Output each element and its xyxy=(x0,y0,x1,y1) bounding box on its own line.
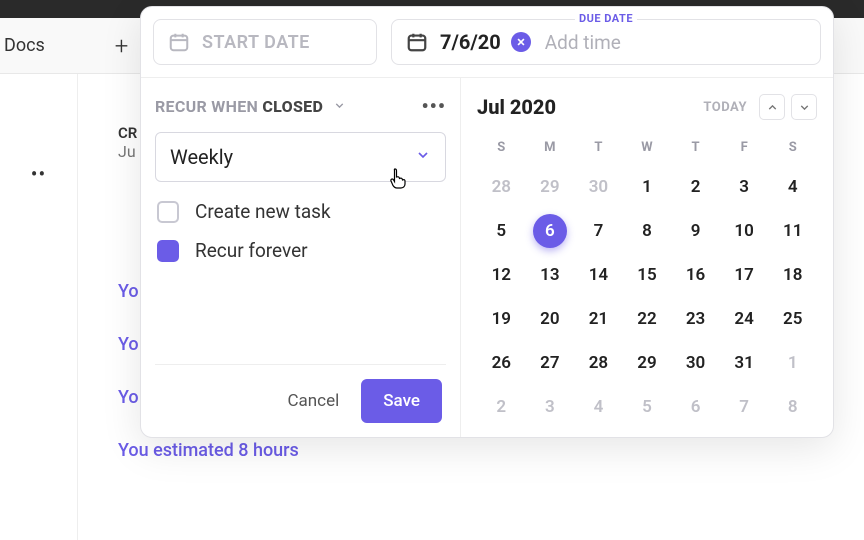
calendar-day[interactable]: 6 xyxy=(526,209,575,253)
calendar-day[interactable]: 19 xyxy=(477,297,526,341)
due-date-field[interactable]: DUE DATE 7/6/20 Add time xyxy=(391,19,821,65)
calendar-day[interactable]: 4 xyxy=(768,165,817,209)
calendar-day[interactable]: 28 xyxy=(574,341,623,385)
calendar-day[interactable]: 3 xyxy=(720,165,769,209)
calendar-dow: T xyxy=(671,132,720,165)
calendar-day[interactable]: 10 xyxy=(720,209,769,253)
add-tab-button[interactable]: + xyxy=(115,32,129,60)
recur-prefix: RECUR WHEN xyxy=(155,97,258,116)
calendar-day[interactable]: 30 xyxy=(671,341,720,385)
checkbox[interactable] xyxy=(157,240,179,262)
more-options-button[interactable]: ••• xyxy=(421,94,446,118)
calendar-day[interactable]: 15 xyxy=(623,253,672,297)
calendar-day[interactable]: 18 xyxy=(768,253,817,297)
calendar-day[interactable]: 2 xyxy=(671,165,720,209)
calendar-day[interactable]: 24 xyxy=(720,297,769,341)
option-label: Create new task xyxy=(195,200,331,223)
calendar-icon xyxy=(406,31,428,53)
calendar-day[interactable]: 9 xyxy=(671,209,720,253)
date-recurrence-modal: START DATE DUE DATE 7/6/20 Add time RECU… xyxy=(140,6,834,438)
calendar-day[interactable]: 4 xyxy=(574,385,623,429)
calendar-day[interactable]: 1 xyxy=(768,341,817,385)
calendar-dow: S xyxy=(768,132,817,165)
calendar-day[interactable]: 31 xyxy=(720,341,769,385)
calendar-day[interactable]: 30 xyxy=(574,165,623,209)
checkbox[interactable] xyxy=(157,201,179,223)
calendar-dow: F xyxy=(720,132,769,165)
option-create_new_task[interactable]: Create new task xyxy=(155,200,446,223)
calendar-dow: M xyxy=(526,132,575,165)
calendar-day[interactable]: 1 xyxy=(623,165,672,209)
clear-due-date-button[interactable] xyxy=(511,32,531,52)
calendar-day[interactable]: 5 xyxy=(477,209,526,253)
cancel-button[interactable]: Cancel xyxy=(269,381,357,421)
activity-line: You estimated 8 hours xyxy=(118,440,824,461)
calendar-dow: W xyxy=(623,132,672,165)
calendar-prev-button[interactable] xyxy=(759,94,785,120)
frequency-value: Weekly xyxy=(170,145,233,169)
calendar-day[interactable]: 22 xyxy=(623,297,672,341)
frequency-select[interactable]: Weekly xyxy=(155,132,446,182)
calendar-day[interactable]: 7 xyxy=(574,209,623,253)
calendar-day[interactable]: 14 xyxy=(574,253,623,297)
calendar-dow: T xyxy=(574,132,623,165)
calendar-day[interactable]: 20 xyxy=(526,297,575,341)
calendar-day[interactable]: 12 xyxy=(477,253,526,297)
chevron-down-icon xyxy=(415,147,431,167)
calendar-icon xyxy=(168,31,190,53)
add-time-button[interactable]: Add time xyxy=(545,31,621,54)
due-date-label: DUE DATE xyxy=(575,12,637,25)
calendar-day[interactable]: 8 xyxy=(623,209,672,253)
calendar-day[interactable]: 13 xyxy=(526,253,575,297)
calendar-day[interactable]: 16 xyxy=(671,253,720,297)
calendar-next-button[interactable] xyxy=(791,94,817,120)
docs-tab[interactable]: Docs xyxy=(4,35,45,56)
due-date-value: 7/6/20 xyxy=(440,30,501,54)
start-date-placeholder: START DATE xyxy=(202,32,310,53)
calendar-day[interactable]: 8 xyxy=(768,385,817,429)
calendar-day[interactable]: 27 xyxy=(526,341,575,385)
calendar-day[interactable]: 17 xyxy=(720,253,769,297)
calendar-today-button[interactable]: TODAY xyxy=(703,100,747,115)
calendar-month-label: Jul 2020 xyxy=(477,95,556,119)
calendar-day[interactable]: 7 xyxy=(720,385,769,429)
calendar-day[interactable]: 25 xyxy=(768,297,817,341)
save-button[interactable]: Save xyxy=(361,379,442,423)
calendar-day[interactable]: 3 xyxy=(526,385,575,429)
recur-mode-value: CLOSED xyxy=(262,97,323,116)
calendar-day[interactable]: 2 xyxy=(477,385,526,429)
calendar-day[interactable]: 23 xyxy=(671,297,720,341)
start-date-field[interactable]: START DATE xyxy=(153,19,377,65)
chevron-down-icon xyxy=(333,97,346,116)
calendar-day[interactable]: 21 xyxy=(574,297,623,341)
calendar-dow: S xyxy=(477,132,526,165)
recur-mode-selector[interactable]: RECUR WHEN CLOSED xyxy=(155,97,346,116)
calendar-day[interactable]: 6 xyxy=(671,385,720,429)
calendar-day[interactable]: 26 xyxy=(477,341,526,385)
sidebar-more-icon[interactable]: •• xyxy=(31,162,47,186)
calendar-day[interactable]: 28 xyxy=(477,165,526,209)
option-recur_forever[interactable]: Recur forever xyxy=(155,239,446,262)
calendar-day[interactable]: 29 xyxy=(526,165,575,209)
option-label: Recur forever xyxy=(195,239,308,262)
calendar-day[interactable]: 11 xyxy=(768,209,817,253)
calendar-day[interactable]: 29 xyxy=(623,341,672,385)
calendar-day[interactable]: 5 xyxy=(623,385,672,429)
